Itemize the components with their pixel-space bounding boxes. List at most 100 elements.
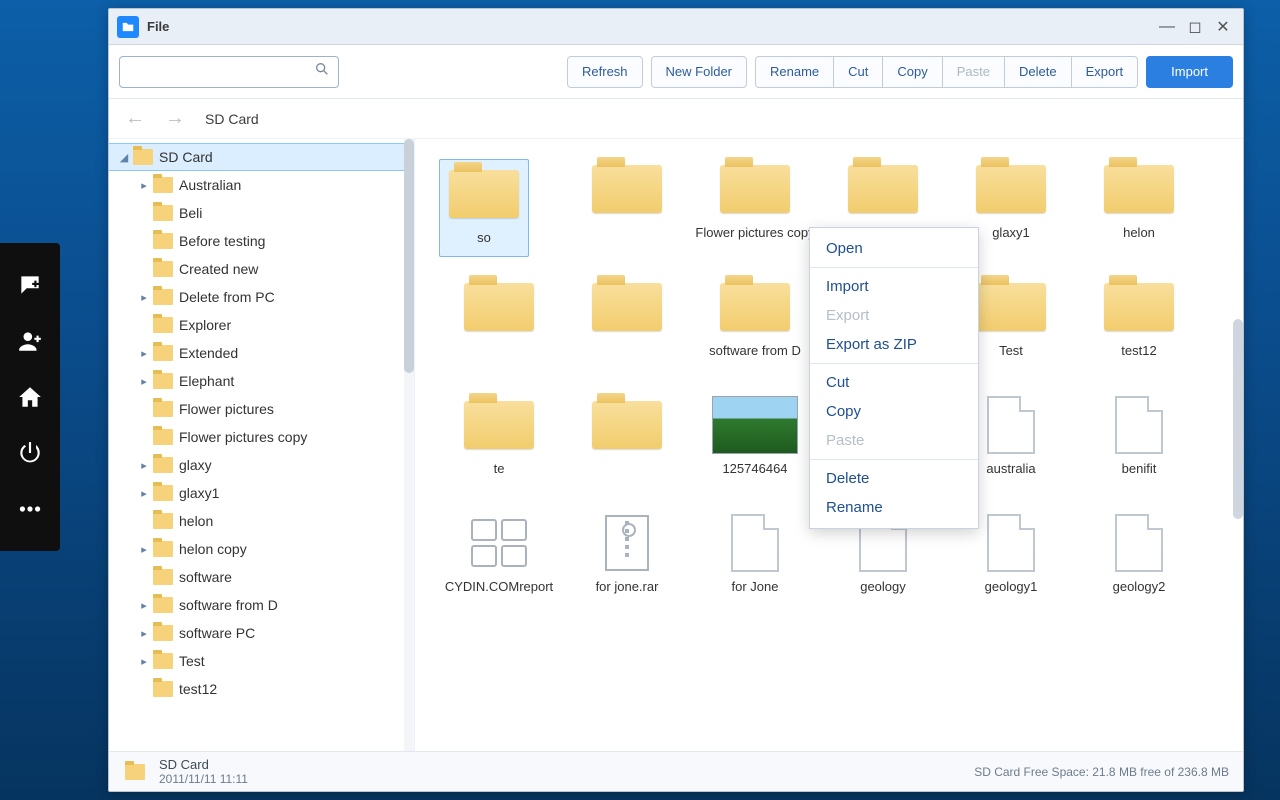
ctx-import[interactable]: Import — [810, 272, 978, 301]
tree-item[interactable]: Flower pictures — [109, 395, 414, 423]
grid-item-label: helon — [1079, 225, 1199, 257]
ctx-paste: Paste — [810, 426, 978, 455]
grid-item-label — [439, 343, 559, 375]
tree-item[interactable]: ▸software PC — [109, 619, 414, 647]
tree-root[interactable]: ◢SD Card — [109, 143, 414, 171]
ctx-open[interactable]: Open — [810, 234, 978, 263]
dock-user-add[interactable] — [0, 313, 60, 369]
tree-item[interactable]: ▸software from D — [109, 591, 414, 619]
window-title: File — [147, 19, 169, 34]
grid-item[interactable]: test12 — [1079, 277, 1199, 375]
tree-item[interactable]: ▸Elephant — [109, 367, 414, 395]
grid-item[interactable]: benifit — [1079, 395, 1199, 493]
grid-item[interactable]: Flower pictures copy — [695, 159, 815, 257]
copy-button[interactable]: Copy — [883, 56, 942, 88]
status-folder-icon — [125, 764, 145, 780]
ctx-copy[interactable]: Copy — [810, 397, 978, 426]
grid-item[interactable]: for Jone — [695, 513, 815, 611]
tree-item[interactable]: software — [109, 563, 414, 591]
grid-item[interactable]: so — [439, 159, 529, 257]
tree-label: helon — [179, 513, 213, 529]
folder-icon — [133, 149, 153, 165]
tree-label: test12 — [179, 681, 217, 697]
pane-scrollbar-thumb[interactable] — [1233, 319, 1243, 519]
tree-item[interactable]: Beli — [109, 199, 414, 227]
grid-item-label — [567, 225, 687, 257]
tree-item[interactable]: ▸Test — [109, 647, 414, 675]
tree-item[interactable]: Before testing — [109, 227, 414, 255]
folder-icon — [592, 401, 662, 449]
grid-item-label: geology — [823, 579, 943, 611]
tree-item[interactable]: ▸helon copy — [109, 535, 414, 563]
tree-scrollbar-track[interactable] — [404, 139, 414, 751]
paste-button: Paste — [943, 56, 1005, 88]
rename-button[interactable]: Rename — [755, 56, 834, 88]
tree-label: Extended — [179, 345, 238, 361]
status-selected-date: 2011/11/11 11:11 — [159, 772, 248, 786]
grid-item[interactable]: helon — [1079, 159, 1199, 257]
delete-button[interactable]: Delete — [1005, 56, 1072, 88]
grid-item[interactable] — [567, 159, 687, 257]
grid-item[interactable]: software from D — [695, 277, 815, 375]
tree-item[interactable]: ▸glaxy — [109, 451, 414, 479]
export-button[interactable]: Export — [1072, 56, 1139, 88]
minimize-button[interactable]: — — [1155, 15, 1179, 39]
ctx-cut[interactable]: Cut — [810, 368, 978, 397]
ctx-separator — [810, 459, 978, 460]
ctx-export-zip[interactable]: Export as ZIP — [810, 330, 978, 359]
grid-item[interactable]: for jone.rar — [567, 513, 687, 611]
ctx-rename[interactable]: Rename — [810, 493, 978, 522]
nav-forward[interactable]: → — [165, 107, 185, 130]
tree-label: software — [179, 569, 232, 585]
maximize-button[interactable]: ◻ — [1183, 15, 1207, 39]
tree-item[interactable]: ▸Delete from PC — [109, 283, 414, 311]
dock-chat-add[interactable] — [0, 257, 60, 313]
grid-item[interactable]: CYDIN.COMreport — [439, 513, 559, 611]
grid-item[interactable] — [567, 277, 687, 375]
new-folder-button[interactable]: New Folder — [651, 56, 747, 88]
file-manager-window: File — ◻ ✕ Refresh New Folder Rename Cut… — [108, 8, 1244, 792]
grid-item[interactable]: geology2 — [1079, 513, 1199, 611]
search-field[interactable] — [119, 56, 339, 88]
tree-label: Elephant — [179, 373, 234, 389]
tree-label: Explorer — [179, 317, 231, 333]
tree-label: software from D — [179, 597, 278, 613]
dock-power[interactable] — [0, 425, 60, 481]
tree-item[interactable]: ▸glaxy1 — [109, 479, 414, 507]
tree-item[interactable]: Created new — [109, 255, 414, 283]
nav-back[interactable]: ← — [125, 107, 145, 130]
import-button[interactable]: Import — [1146, 56, 1233, 88]
grid-item[interactable]: te — [439, 395, 559, 493]
tree-item[interactable]: ▸Extended — [109, 339, 414, 367]
folder-icon — [976, 283, 1046, 331]
grid-item[interactable] — [439, 277, 559, 375]
folder-icon — [720, 283, 790, 331]
tree-item[interactable]: test12 — [109, 675, 414, 703]
tree-item[interactable]: helon — [109, 507, 414, 535]
tree-label: Delete from PC — [179, 289, 275, 305]
folder-icon — [153, 681, 173, 697]
folder-icon — [153, 261, 173, 277]
tree-item[interactable]: Explorer — [109, 311, 414, 339]
dock-home[interactable] — [0, 369, 60, 425]
tree-item[interactable]: Flower pictures copy — [109, 423, 414, 451]
status-free-space: SD Card Free Space: 21.8 MB free of 236.… — [974, 765, 1229, 779]
breadcrumb[interactable]: SD Card — [205, 111, 259, 127]
tree-label: software PC — [179, 625, 255, 641]
folder-icon — [1104, 165, 1174, 213]
cut-button[interactable]: Cut — [834, 56, 883, 88]
tree-label: helon copy — [179, 541, 247, 557]
tree-label: Created new — [179, 261, 258, 277]
close-button[interactable]: ✕ — [1211, 15, 1235, 39]
refresh-button[interactable]: Refresh — [567, 56, 643, 88]
search-input[interactable] — [128, 64, 314, 79]
tree-item[interactable]: ▸Australian — [109, 171, 414, 199]
dock-more[interactable] — [0, 481, 60, 537]
ctx-separator — [810, 267, 978, 268]
grid-item[interactable] — [567, 395, 687, 493]
app-dock — [0, 243, 60, 551]
breadcrumb-bar: ← → SD Card — [109, 99, 1243, 139]
tree-scrollbar-thumb[interactable] — [404, 139, 414, 373]
grid-item[interactable]: 125746464 — [695, 395, 815, 493]
ctx-delete[interactable]: Delete — [810, 464, 978, 493]
